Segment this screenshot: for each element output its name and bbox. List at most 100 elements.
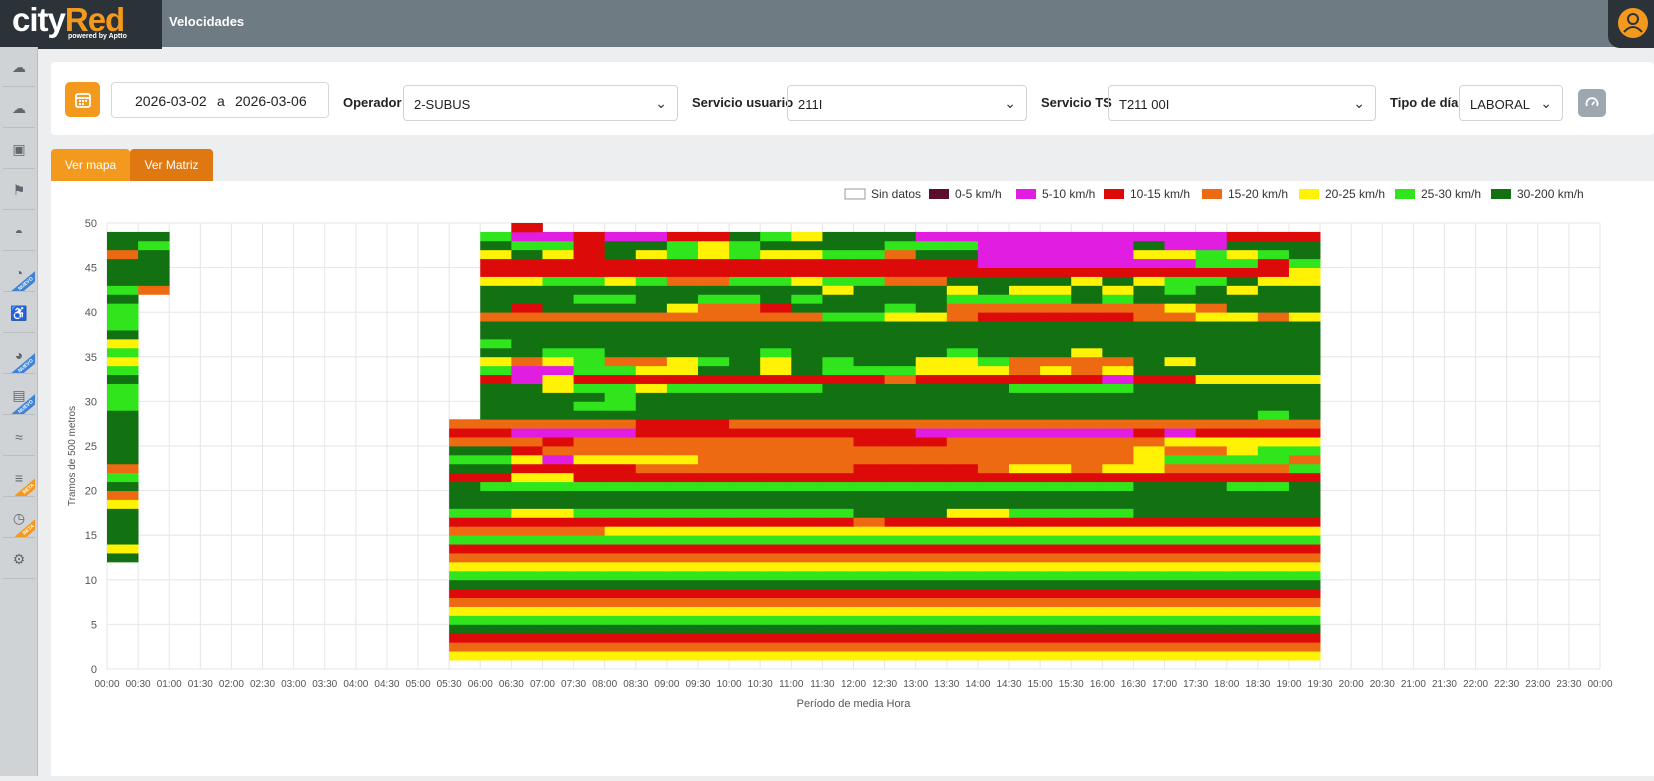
heatmap-cell xyxy=(666,410,699,420)
heatmap-cell xyxy=(1288,570,1321,581)
sidebar-item-list[interactable]: ≡ BETA xyxy=(3,459,35,497)
heatmap-cell xyxy=(977,651,1010,661)
heatmap-cell xyxy=(1195,588,1228,599)
user-menu-button[interactable] xyxy=(1608,0,1654,48)
heatmap-cell xyxy=(107,392,139,402)
x-tick-label: 07:30 xyxy=(561,679,586,690)
heatmap-cell xyxy=(729,401,761,411)
sidebar-item-pie-chart[interactable]: ◕ NUEVO xyxy=(3,336,35,374)
sidebar-item-speedometer[interactable]: ◔ NUEVO xyxy=(3,254,35,292)
tab-ver-matriz[interactable]: Ver Matriz xyxy=(130,149,213,181)
operador-select[interactable]: 2-SUBUS ⌄ xyxy=(403,85,678,121)
date-range-input[interactable]: 2026-03-02 a 2026-03-06 xyxy=(111,82,329,118)
servicio-usuario-select[interactable]: 211I ⌄ xyxy=(787,85,1027,121)
heatmap-cell xyxy=(853,651,886,661)
heatmap-cell xyxy=(1195,330,1228,340)
heatmap-cell xyxy=(977,579,1010,590)
heatmap-cell xyxy=(1257,526,1290,536)
heatmap-cell xyxy=(853,338,886,349)
sidebar-item-bus[interactable]: ▤ NUEVO xyxy=(3,377,35,415)
heatmap-cell xyxy=(760,526,792,536)
heatmap-cell xyxy=(946,401,979,411)
heatmap-cell xyxy=(853,579,886,590)
heatmap-cell xyxy=(760,303,792,313)
sidebar-item-gear[interactable]: ⚙ xyxy=(3,541,35,579)
heatmap-cell xyxy=(1164,570,1197,581)
heatmap-cell xyxy=(573,428,606,438)
heatmap-cell xyxy=(635,383,668,393)
heatmap-cell xyxy=(1102,356,1134,367)
sidebar-item-trend-chart[interactable]: ≈ xyxy=(3,418,35,456)
refresh-button[interactable] xyxy=(1578,89,1606,117)
heatmap-cell xyxy=(697,330,730,340)
heatmap-cell xyxy=(853,508,886,518)
heatmap-cell xyxy=(760,330,792,340)
heatmap-cell xyxy=(791,374,823,384)
heatmap-cell xyxy=(511,249,543,260)
heatmap-cell xyxy=(853,383,886,393)
heatmap-cell xyxy=(1040,517,1072,527)
heatmap-cell xyxy=(1133,597,1165,607)
heatmap-cell xyxy=(480,642,512,652)
heatmap-cell xyxy=(977,419,1010,429)
heatmap-cell xyxy=(1288,517,1321,527)
heatmap-cell xyxy=(1071,544,1103,554)
heatmap-cell xyxy=(1226,570,1259,581)
heatmap-cell xyxy=(977,624,1010,634)
heatmap-cell xyxy=(1102,338,1134,349)
heatmap-cell xyxy=(853,303,886,313)
sidebar-item-bus-stop[interactable]: ⚑ xyxy=(3,172,35,210)
heatmap-cell xyxy=(542,392,574,402)
heatmap-cell xyxy=(822,651,854,661)
tipo-dia-select[interactable]: LABORAL ⌄ xyxy=(1459,85,1563,121)
heatmap-cell xyxy=(480,588,512,599)
heatmap-cell xyxy=(1009,481,1041,491)
heatmap-cell xyxy=(791,553,823,563)
page-title: Velocidades xyxy=(169,14,245,29)
heatmap-cell xyxy=(853,472,886,483)
heatmap-cell xyxy=(1009,446,1041,456)
heatmap-cell xyxy=(697,374,730,384)
heatmap-cell xyxy=(1009,347,1041,358)
heatmap-cell xyxy=(1195,597,1228,607)
heatmap-cell xyxy=(1009,553,1041,563)
heatmap-cell xyxy=(542,249,574,260)
heatmap-cell xyxy=(542,463,574,474)
servicio-ts-select[interactable]: T211 00I ⌄ xyxy=(1108,85,1376,121)
heatmap-cell xyxy=(666,330,699,340)
sidebar-item-stopwatch[interactable]: ◷ BETA xyxy=(3,500,35,538)
heatmap-cell xyxy=(666,499,699,509)
heatmap-cell xyxy=(884,490,917,500)
heatmap-cell xyxy=(1226,651,1259,661)
heatmap-cell xyxy=(760,321,792,331)
heatmap-cell xyxy=(511,561,543,572)
sidebar-item-dome[interactable]: ◓ xyxy=(3,213,35,251)
heatmap-cell xyxy=(853,597,886,607)
app-logo[interactable]: cityRed powered by Aptto xyxy=(0,0,162,49)
calendar-button[interactable] xyxy=(65,82,100,117)
x-tick-label: 07:00 xyxy=(530,679,555,690)
heatmap-cell xyxy=(635,651,668,661)
x-tick-label: 09:30 xyxy=(685,679,710,690)
heatmap-cell xyxy=(1133,579,1165,590)
heatmap-cell xyxy=(791,285,823,295)
heatmap-cell xyxy=(604,454,637,465)
y-tick-label: 45 xyxy=(85,263,97,275)
sidebar-item-image-stack[interactable]: ▣ xyxy=(3,131,35,169)
heatmap-cell xyxy=(946,606,979,616)
heatmap-cell xyxy=(666,258,699,268)
tab-ver-mapa[interactable]: Ver mapa xyxy=(51,149,130,181)
heatmap-cell xyxy=(542,472,574,483)
heatmap-cell xyxy=(480,294,512,304)
heatmap-cell xyxy=(107,544,139,554)
heatmap-cell xyxy=(884,338,917,349)
heatmap-cell xyxy=(542,615,574,625)
sidebar-item-cloud-download[interactable]: ☁ xyxy=(3,49,35,87)
heatmap-cell xyxy=(1226,597,1259,607)
heatmap-cell xyxy=(791,312,823,322)
heatmap-cell xyxy=(1226,428,1259,438)
sidebar-item-cloud-upload[interactable]: ☁ xyxy=(3,90,35,128)
sidebar-item-passenger[interactable]: ♿ xyxy=(3,295,35,333)
heatmap-cell xyxy=(604,597,637,607)
heatmap-cell xyxy=(946,365,979,376)
